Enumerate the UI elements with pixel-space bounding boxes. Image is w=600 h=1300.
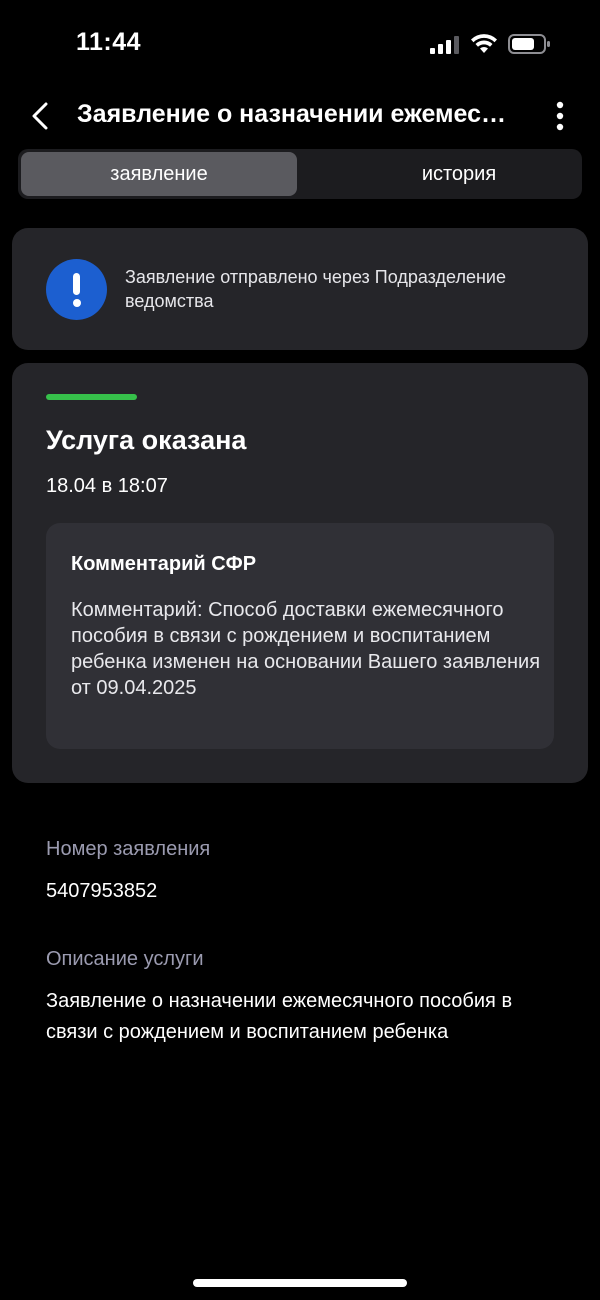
wifi-icon [471, 34, 497, 53]
application-number-value: 5407953852 [46, 880, 158, 902]
segmented-tabs: заявление история [18, 149, 582, 199]
page-title: Заявление о назначении ежемесячного посо… [77, 100, 517, 128]
back-chevron-icon[interactable] [24, 98, 58, 134]
home-indicator[interactable] [193, 1279, 407, 1287]
application-number-label: Номер заявления [46, 838, 211, 860]
status-bar: 11:44 [0, 0, 600, 90]
cellular-signal-icon [430, 36, 459, 54]
status-progress-bar [46, 394, 137, 400]
comment-box: Комментарий СФР Комментарий: Способ дост… [46, 523, 554, 749]
status-title: Услуга оказана [46, 425, 247, 455]
service-description-label: Описание услуги [46, 948, 204, 970]
comment-title: Комментарий СФР [71, 553, 257, 575]
status-progress-fill [46, 394, 137, 400]
tab-application[interactable]: заявление [21, 152, 297, 196]
status-card: Услуга оказана 18.04 в 18:07 Комментарий… [12, 363, 588, 783]
info-card: Заявление отправлено через Подразделение… [12, 228, 588, 350]
app-header: Заявление о назначении ежемесячного посо… [0, 90, 600, 142]
status-date: 18.04 в 18:07 [46, 475, 168, 497]
exclamation-circle-icon [46, 259, 107, 320]
info-message: Заявление отправлено через Подразделение… [125, 267, 506, 311]
battery-icon [508, 34, 550, 54]
status-time: 11:44 [76, 28, 142, 56]
comment-body: Комментарий: Способ доставки ежемесячног… [71, 599, 541, 699]
more-vertical-icon[interactable] [546, 98, 574, 134]
service-description-value: Заявление о назначении ежемесячного посо… [46, 990, 513, 1043]
tab-history[interactable]: история [321, 152, 597, 196]
